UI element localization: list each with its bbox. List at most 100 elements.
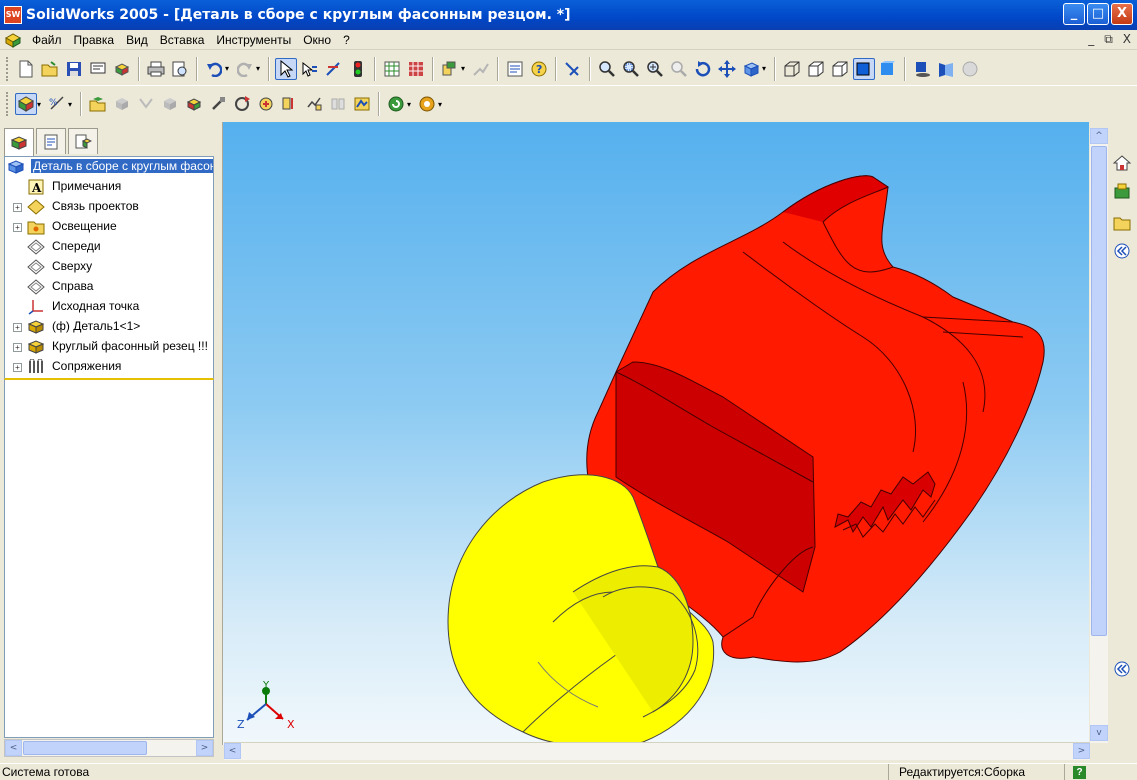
shadows-icon[interactable] [911,58,933,80]
rebuild-icon[interactable] [405,58,427,80]
mate-icon[interactable] [183,93,205,115]
menu-insert[interactable]: Вставка [154,30,211,50]
undo-icon[interactable] [203,58,225,80]
insert-component-icon[interactable] [87,93,109,115]
scroll-left-button[interactable]: < [224,743,241,759]
assembly-document-icon[interactable] [4,32,22,48]
explode-line-icon[interactable] [303,93,325,115]
doc-restore-button[interactable]: ⧉ [1104,32,1113,47]
simulation-icon[interactable] [385,93,407,115]
assembly-features-icon[interactable] [351,93,373,115]
hidden-lines-visible-icon[interactable] [805,58,827,80]
tree-item-top-plane[interactable]: Сверху [5,257,213,277]
tree-item-front-plane[interactable]: Спереди [5,237,213,257]
sketch-icon[interactable] [323,58,345,80]
status-help-icon[interactable]: ? [1064,764,1094,780]
pan-icon[interactable] [716,58,738,80]
move-component-icon[interactable] [207,93,229,115]
tree-item-mates[interactable]: + Сопряжения [5,357,213,377]
tree-item-right-plane[interactable]: Справа [5,277,213,297]
smart-dimension-icon[interactable] [562,58,584,80]
expand-button[interactable]: + [13,363,22,372]
grid-icon[interactable] [381,58,403,80]
tree-item-lighting[interactable]: + Освещение [5,217,213,237]
close-button[interactable]: X [1111,3,1133,25]
standard-views-icon[interactable] [740,58,762,80]
rotate-component-icon[interactable] [231,93,253,115]
property-manager-tab[interactable] [36,128,66,154]
tree-item-origin[interactable]: Исходная точка [5,297,213,317]
menu-view[interactable]: Вид [120,30,154,50]
mate-options-dropdown-icon[interactable]: ▾ [68,100,76,109]
scroll-left-button[interactable]: < [5,740,22,756]
zoom-to-fit-icon[interactable] [596,58,618,80]
maximize-button[interactable]: □ [1087,3,1109,25]
save-icon[interactable] [63,58,85,80]
tree-root-assembly[interactable]: Деталь в сборе с круглым фасонным резцом… [5,157,213,177]
expand-button[interactable]: + [13,343,22,352]
doc-close-button[interactable]: X [1123,32,1131,47]
properties-icon[interactable] [504,58,526,80]
standard-views-dropdown-icon[interactable]: ▾ [762,64,770,73]
simulation-dropdown-icon[interactable]: ▾ [407,100,415,109]
mate-options-icon[interactable]: % [46,93,68,115]
solidworks-app-icon[interactable]: SW [4,6,22,24]
scroll-thumb[interactable] [1091,146,1107,636]
rotate-view-icon[interactable] [692,58,714,80]
tree-item-annotations[interactable]: A Примечания [5,177,213,197]
new-file-icon[interactable] [15,58,37,80]
toolbar-grip[interactable] [6,92,10,116]
open-file-icon[interactable] [39,58,61,80]
undo-dropdown-icon[interactable]: ▾ [225,64,233,73]
viewport-vertical-scrollbar[interactable]: ^ v [1090,128,1108,743]
graphics-area[interactable]: Y X Z [222,122,1089,745]
print-icon[interactable] [145,58,167,80]
menu-file[interactable]: Файл [26,30,68,50]
collapse-icon[interactable] [1111,240,1133,262]
menu-tools[interactable]: Инструменты [210,30,297,50]
viewport-horizontal-scrollbar[interactable]: < > [224,742,1090,760]
scroll-thumb[interactable] [23,741,147,755]
tree-horizontal-scrollbar[interactable]: < > [4,739,214,757]
options-icon[interactable] [111,58,133,80]
select-icon[interactable] [275,57,297,80]
assembly-dropdown-icon[interactable]: ▾ [37,100,45,109]
toolbar-grip[interactable] [6,56,10,81]
zoom-in-out-icon[interactable] [644,58,666,80]
home-icon[interactable] [1111,152,1133,174]
tree-item-cutter[interactable]: + Круглый фасонный резец !!! [5,337,213,357]
scroll-down-button[interactable]: v [1090,725,1108,741]
tree-item-design-binder[interactable]: + Связь проектов [5,197,213,217]
expand-icon[interactable] [1111,658,1133,680]
expand-button[interactable]: + [13,203,22,212]
layout-dropdown-icon[interactable]: ▾ [461,64,469,73]
menu-edit[interactable]: Правка [68,30,121,50]
photoworks-icon[interactable] [416,93,438,115]
help-icon[interactable]: ? [528,58,550,80]
tree-item-part1[interactable]: + (ф) Деталь1<1> [5,317,213,337]
minimize-button[interactable]: _ [1063,3,1085,25]
layout-icon[interactable] [439,58,461,80]
explode-icon[interactable] [279,93,301,115]
hidden-lines-removed-icon[interactable] [829,58,851,80]
shaded-with-edges-icon[interactable] [853,57,875,80]
doc-minimize-button[interactable]: _ [1088,32,1094,47]
model-view[interactable]: Y X Z [223,122,1089,745]
menu-help[interactable]: ? [337,30,356,50]
perspective-icon[interactable] [935,58,957,80]
photoworks-dropdown-icon[interactable]: ▾ [438,100,446,109]
configuration-manager-tab[interactable] [68,128,98,154]
print-drawing-icon[interactable] [87,58,109,80]
file-explorer-icon[interactable] [1111,212,1133,234]
wireframe-icon[interactable] [781,58,803,80]
menu-window[interactable]: Окно [297,30,337,50]
assembly-icon[interactable] [15,93,37,115]
scroll-right-button[interactable]: > [1073,743,1090,759]
feature-manager-tab[interactable] [4,128,34,156]
print-preview-icon[interactable] [169,58,191,80]
design-library-icon[interactable] [1111,180,1133,202]
shaded-icon[interactable] [877,58,899,80]
smart-fasteners-icon[interactable] [255,93,277,115]
select-other-icon[interactable] [299,58,321,80]
zoom-window-icon[interactable] [620,58,642,80]
